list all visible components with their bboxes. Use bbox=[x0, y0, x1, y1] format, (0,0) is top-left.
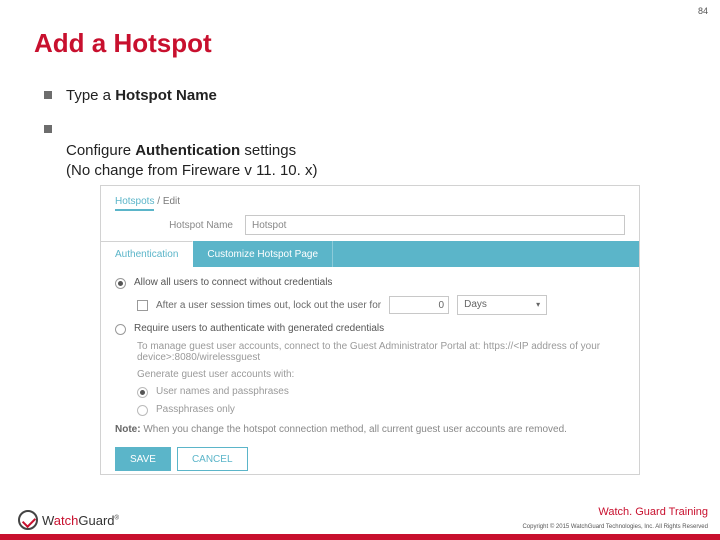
breadcrumb: Hotspots / Edit bbox=[115, 196, 625, 207]
logo-mark-icon bbox=[18, 510, 38, 530]
select-value: Days bbox=[464, 296, 487, 314]
bullet-text: Configure bbox=[66, 142, 135, 159]
lockout-value-input[interactable]: 0 bbox=[389, 296, 449, 314]
radio-icon bbox=[115, 278, 126, 289]
bullet-item: Configure Authentication settings (No ch… bbox=[44, 120, 664, 181]
bullet-bold: Hotspot Name bbox=[115, 87, 217, 104]
radio-icon bbox=[137, 387, 148, 398]
option-passphrases-only[interactable]: Passphrases only bbox=[137, 404, 625, 416]
option-label: Require users to authenticate with gener… bbox=[134, 323, 384, 334]
radio-icon bbox=[137, 405, 148, 416]
footer-accent-bar bbox=[0, 534, 720, 540]
lockout-label: After a user session times out, lock out… bbox=[156, 300, 381, 311]
tab-bar: Authentication Customize Hotspot Page bbox=[101, 241, 639, 267]
generate-label: Generate guest user accounts with: bbox=[137, 369, 625, 380]
watchguard-logo: WatchGuard® bbox=[18, 510, 119, 530]
tab-authentication[interactable]: Authentication bbox=[101, 241, 193, 267]
save-button[interactable]: SAVE bbox=[115, 447, 171, 471]
option-label: User names and passphrases bbox=[156, 386, 289, 397]
logo-text-part: G bbox=[78, 513, 88, 528]
breadcrumb-root[interactable]: Hotspots bbox=[115, 196, 154, 211]
checkbox-lockout[interactable] bbox=[137, 300, 148, 311]
logo-text-part: uard bbox=[89, 513, 115, 528]
lockout-row: After a user session times out, lock out… bbox=[137, 295, 625, 315]
note-text: When you change the hotspot connection m… bbox=[143, 424, 567, 435]
footer-training: Watch. Guard Training bbox=[598, 506, 708, 518]
page-number: 84 bbox=[698, 6, 708, 16]
tab-customize-hotspot-page[interactable]: Customize Hotspot Page bbox=[193, 241, 333, 267]
note-row: Note: When you change the hotspot connec… bbox=[115, 424, 625, 435]
bullet-list: Type a Hotspot Name Configure Authentica… bbox=[44, 86, 664, 195]
slide-title: Add a Hotspot bbox=[34, 28, 212, 59]
button-row: SAVE CANCEL bbox=[115, 447, 625, 471]
registered-icon: ® bbox=[115, 515, 119, 521]
screenshot-panel: Hotspots / Edit Hotspot Name Hotspot Aut… bbox=[100, 185, 640, 475]
bullet-bold: Authentication bbox=[135, 142, 240, 159]
option-label: Passphrases only bbox=[156, 404, 235, 415]
radio-icon bbox=[115, 324, 126, 335]
bullet-item: Type a Hotspot Name bbox=[44, 86, 664, 106]
logo-text-part: atch bbox=[54, 513, 79, 528]
hotspot-name-row: Hotspot Name Hotspot bbox=[115, 215, 625, 235]
breadcrumb-sep: / bbox=[157, 196, 160, 207]
hotspot-name-input[interactable]: Hotspot bbox=[245, 215, 625, 235]
option-allow-all[interactable]: Allow all users to connect without crede… bbox=[115, 277, 625, 289]
note-label: Note: bbox=[115, 424, 141, 435]
hotspot-name-label: Hotspot Name bbox=[115, 220, 245, 231]
bullet-text: Type a bbox=[66, 87, 115, 104]
lockout-unit-select[interactable]: Days ▾ bbox=[457, 295, 547, 315]
cancel-button[interactable]: CANCEL bbox=[177, 447, 248, 471]
manage-hint: To manage guest user accounts, connect t… bbox=[137, 341, 625, 363]
footer-copyright: Copyright © 2015 WatchGuard Technologies… bbox=[522, 524, 708, 530]
chevron-down-icon: ▾ bbox=[536, 296, 540, 314]
option-usernames-passphrases[interactable]: User names and passphrases bbox=[137, 386, 625, 398]
option-label: Allow all users to connect without crede… bbox=[134, 277, 332, 288]
breadcrumb-current: Edit bbox=[163, 196, 180, 207]
option-require-auth[interactable]: Require users to authenticate with gener… bbox=[115, 323, 625, 335]
logo-text: WatchGuard® bbox=[42, 513, 119, 528]
logo-text-part: W bbox=[42, 513, 54, 528]
